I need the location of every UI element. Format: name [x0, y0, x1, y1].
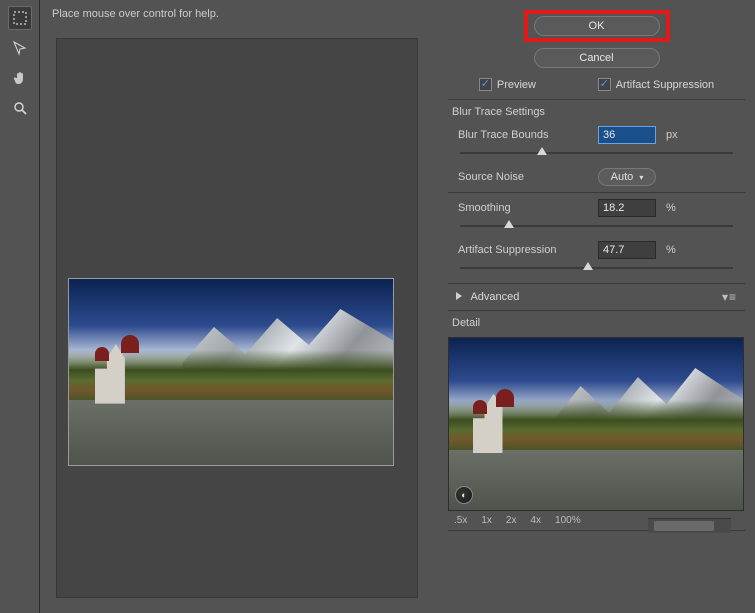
horizontal-scrollbar[interactable]	[648, 518, 731, 533]
bounds-label: Blur Trace Bounds	[458, 129, 598, 141]
blur-trace-section: Blur Trace Settings Blur Trace Bounds px…	[448, 99, 745, 275]
panel-menu-icon[interactable]: ▾≡	[722, 290, 737, 304]
zoom-tool[interactable]	[8, 96, 32, 120]
left-toolbar	[0, 0, 40, 613]
bounds-unit: px	[666, 129, 686, 141]
smoothing-unit: %	[666, 202, 686, 214]
smoothing-label: Smoothing	[458, 202, 598, 214]
zoom-2x[interactable]: 2x	[506, 515, 517, 526]
artifact-checkbox[interactable]: Artifact Suppression	[598, 78, 714, 91]
smoothing-input[interactable]	[598, 199, 656, 217]
smoothing-slider[interactable]	[460, 219, 733, 233]
zoom-1x[interactable]: 1x	[481, 515, 492, 526]
cancel-button[interactable]: Cancel	[534, 48, 660, 68]
artifact-label: Artifact Suppression	[616, 79, 714, 91]
triangle-right-icon	[456, 292, 462, 300]
detail-label: Detail	[448, 317, 745, 329]
artifact-input[interactable]	[598, 241, 656, 259]
help-text: Place mouse over control for help.	[48, 6, 416, 24]
marquee-tool[interactable]	[8, 6, 32, 30]
preview-checkbox[interactable]: Preview	[479, 78, 536, 91]
noise-value: Auto	[611, 171, 634, 183]
noise-select[interactable]: Auto ▾	[598, 168, 656, 186]
chevron-down-icon: ▾	[639, 173, 643, 182]
move-tool[interactable]	[8, 36, 32, 60]
noise-label: Source Noise	[458, 171, 598, 183]
settings-panel: OK Cancel Preview Artifact Suppression B…	[438, 0, 755, 613]
preview-label: Preview	[497, 79, 536, 91]
advanced-toggle[interactable]: Advanced ▾≡	[448, 283, 745, 311]
advanced-label: Advanced	[470, 291, 519, 303]
zoom-4x[interactable]: 4x	[530, 515, 541, 526]
zoom-percent[interactable]: 100%	[555, 515, 581, 526]
hand-tool[interactable]	[8, 66, 32, 90]
artifact-unit: %	[666, 244, 686, 256]
zoom-0-5x[interactable]: .5x	[454, 515, 467, 526]
loupe-icon[interactable]: ◐	[455, 486, 473, 504]
artifact-slider[interactable]	[460, 261, 733, 275]
section-title: Blur Trace Settings	[448, 106, 745, 118]
bounds-slider[interactable]	[460, 146, 733, 160]
bounds-input[interactable]	[598, 126, 656, 144]
detail-preview[interactable]: ◐	[448, 337, 744, 511]
preview-image[interactable]	[68, 278, 394, 466]
artifact-slider-label: Artifact Suppression	[458, 244, 598, 256]
ok-button[interactable]: OK	[534, 16, 660, 36]
checkbox-icon	[479, 78, 492, 91]
checkbox-icon	[598, 78, 611, 91]
ok-highlight: OK	[524, 10, 670, 42]
